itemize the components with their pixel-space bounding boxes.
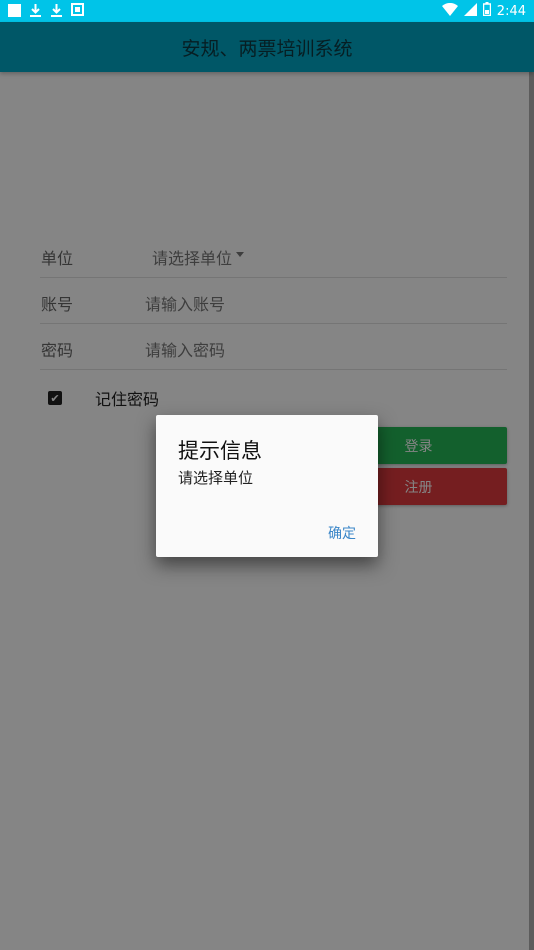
wifi-icon — [441, 2, 458, 20]
notification-square-icon — [8, 4, 21, 17]
scrollbar[interactable] — [529, 72, 534, 950]
dialog-title: 提示信息 — [178, 439, 262, 463]
confirm-button[interactable]: 确定 — [328, 521, 356, 545]
alert-dialog: 提示信息 请选择单位 确定 — [156, 415, 378, 557]
download-icon — [50, 3, 63, 18]
signal-icon — [463, 2, 477, 20]
battery-icon — [482, 2, 492, 20]
dialog-message: 请选择单位 — [178, 469, 254, 487]
download-icon — [29, 3, 42, 18]
status-time: 2:44 — [496, 3, 526, 19]
image-icon — [71, 3, 84, 18]
status-bar: 2:44 — [0, 0, 534, 22]
